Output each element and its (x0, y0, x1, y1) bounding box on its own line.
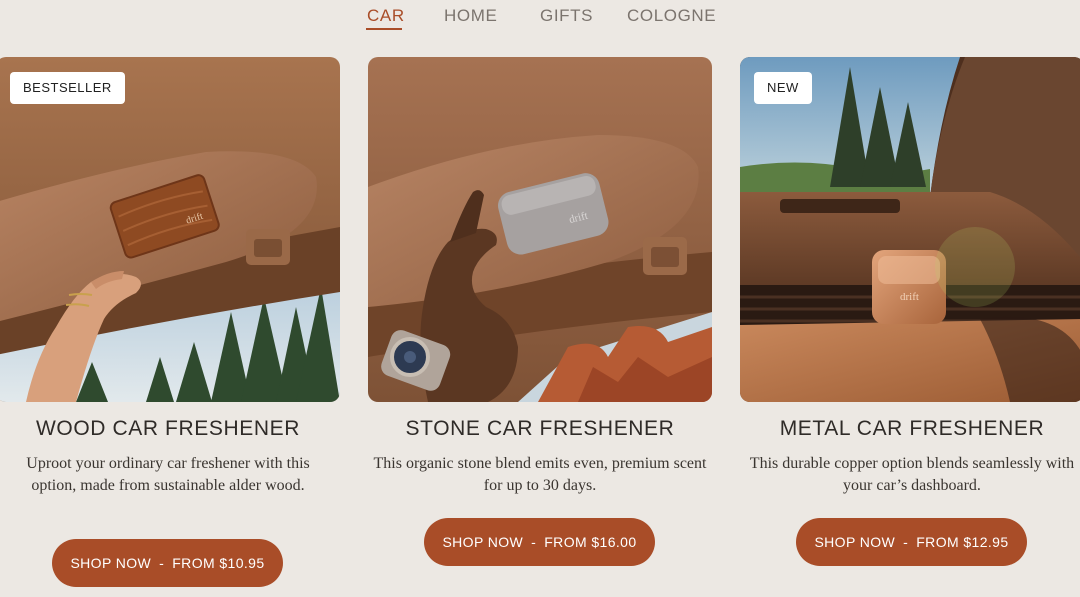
metal-freshener-photo: drift (740, 57, 1080, 402)
tab-gifts[interactable]: GIFTS (540, 6, 593, 26)
shop-now-label: SHOP NOW (70, 555, 152, 571)
badge-bestseller: BESTSELLER (10, 72, 125, 104)
product-description-wood: Uproot your ordinary car freshener with … (26, 455, 310, 494)
product-title-wood[interactable]: WOOD CAR FRESHENER (0, 417, 340, 441)
badge-new: NEW (754, 72, 812, 104)
tab-home[interactable]: HOME (444, 6, 497, 26)
button-separator: - (531, 534, 537, 550)
price-label: FROM $10.95 (172, 555, 265, 571)
product-title-stone[interactable]: STONE CAR FRESHENER (368, 417, 712, 441)
shop-now-button-metal[interactable]: SHOP NOW - FROM $12.95 (796, 518, 1027, 566)
product-title-metal[interactable]: METAL CAR FRESHENER (740, 417, 1080, 441)
product-image-metal[interactable]: drift NEW (740, 57, 1080, 402)
product-card-stone: drift STONE CAR FRESHENER This organic s… (368, 57, 712, 566)
button-separator: - (159, 555, 165, 571)
product-description-metal: This durable copper option blends seamle… (749, 455, 1075, 494)
tab-cologne[interactable]: COLOGNE (627, 6, 716, 26)
price-label: FROM $16.00 (544, 534, 637, 550)
button-separator: - (903, 534, 909, 550)
active-tab-underline (366, 28, 402, 30)
svg-text:drift: drift (900, 291, 919, 303)
stone-freshener-photo: drift (368, 57, 712, 402)
shop-now-button-wood[interactable]: SHOP NOW - FROM $10.95 (52, 539, 283, 587)
price-label: FROM $12.95 (916, 534, 1009, 550)
product-description-stone: This organic stone blend emits even, pre… (373, 455, 707, 494)
wood-freshener-photo: drift (0, 57, 340, 402)
shop-now-label: SHOP NOW (814, 534, 896, 550)
product-card-metal: drift NEW METAL CAR FRESHENER This durab… (740, 57, 1080, 566)
category-tabs: CAR HOME GIFTS COLOGNE (0, 0, 1080, 40)
shop-now-label: SHOP NOW (442, 534, 524, 550)
shop-now-button-stone[interactable]: SHOP NOW - FROM $16.00 (424, 518, 655, 566)
product-image-stone[interactable]: drift (368, 57, 712, 402)
tab-car[interactable]: CAR (367, 6, 405, 26)
product-card-wood: drift BESTSELLER WOOD CAR FRESHENER Upro… (0, 57, 340, 587)
product-image-wood[interactable]: drift BESTSELLER (0, 57, 340, 402)
